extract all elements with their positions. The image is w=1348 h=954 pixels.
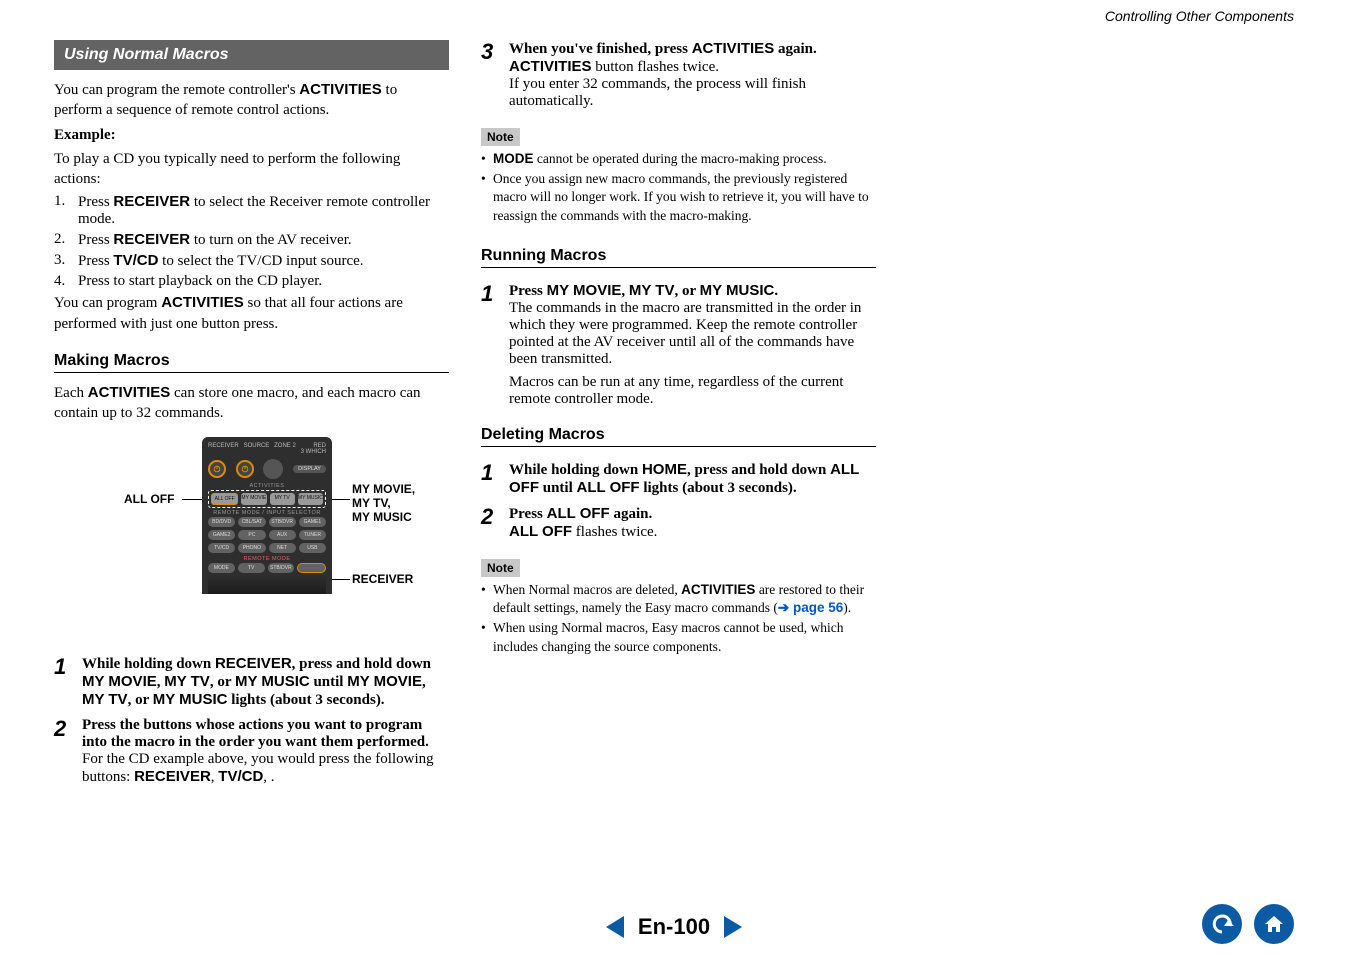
heading-underline	[481, 267, 876, 268]
header-section-title: Controlling Other Components	[1105, 8, 1294, 24]
list-num: 4.	[54, 273, 78, 290]
remote-btn: CBL/SAT	[238, 517, 265, 527]
list-item: Press RECEIVER to turn on the AV receive…	[78, 231, 352, 249]
kw-activities: ACTIVITIES	[299, 81, 382, 98]
remote-btn: TUNER	[299, 530, 326, 540]
activities-row: ALL OFF MY MOVIE MY TV MY MUSIC	[208, 490, 326, 508]
example-label: Example:	[54, 125, 449, 145]
note-list-2: When Normal macros are deleted, ACTIVITI…	[481, 581, 876, 656]
remote-label: SOURCE	[244, 443, 270, 455]
column-right: 3 When you've finished, press ACTIVITIES…	[481, 40, 876, 794]
btn-my-music: MY MUSIC	[298, 493, 323, 505]
footer: En-100	[0, 914, 1348, 940]
remote-mode-sublabel: REMOTE MODE	[208, 556, 326, 562]
del-step-1-text: While holding down HOME, press and hold …	[509, 461, 876, 497]
remote-body: RECEIVER SOURCE ZONE 2 RED 3 WHICH DISPL…	[202, 437, 332, 594]
list-item: Press TV/CD to select the TV/CD input so…	[78, 252, 364, 270]
btn-my-tv: MY TV	[270, 493, 295, 505]
next-page-icon[interactable]	[724, 916, 742, 938]
back-button[interactable]	[1202, 904, 1242, 944]
note-item: When using Normal macros, Easy macros ca…	[481, 619, 876, 655]
power-source-icon	[236, 460, 254, 478]
note-label: Note	[481, 128, 520, 146]
step-number: 1	[481, 461, 509, 484]
step-number: 3	[481, 40, 509, 63]
making-steps: 1 While holding down RECEIVER, press and…	[54, 655, 449, 786]
text: You can program the remote controller's	[54, 82, 299, 98]
del-step-2-text: Press ALL OFF again. ALL OFF flashes twi…	[509, 505, 876, 541]
list-num: 1.	[54, 193, 78, 210]
note-item: MODE cannot be operated during the macro…	[481, 150, 876, 168]
intro-paragraph: You can program the remote controller's …	[54, 80, 449, 121]
remote-btn: TV/CD	[208, 543, 235, 553]
remote-mode-label: REMOTE MODE / INPUT SELECTOR	[208, 510, 326, 516]
remote-label: RED 3 WHICH	[301, 443, 326, 455]
example-list: 1.Press RECEIVER to select the Receiver …	[54, 193, 449, 290]
note-list-1: MODE cannot be operated during the macro…	[481, 150, 876, 225]
list-num: 3.	[54, 252, 78, 269]
heading-deleting-macros: Deleting Macros	[481, 426, 876, 444]
remote-label: ZONE 2	[274, 443, 296, 455]
note-item: When Normal macros are deleted, ACTIVITI…	[481, 581, 876, 617]
display-button: DISPLAY	[293, 465, 326, 473]
note-item: Once you assign new macro commands, the …	[481, 170, 876, 225]
list-item: Press to start playback on the CD player…	[78, 273, 322, 290]
remote-activities-label: ACTIVITIES	[208, 483, 326, 489]
callout-my-movie-tv-music: MY MOVIE, MY TV, MY MUSIC	[352, 483, 415, 524]
step-number: 2	[481, 505, 509, 528]
step-3-text: When you've finished, press ACTIVITIES a…	[509, 40, 876, 110]
heading-underline	[54, 372, 449, 373]
callout-receiver: RECEIVER	[352, 573, 413, 587]
remote-label: RECEIVER	[208, 443, 239, 455]
back-arrow-icon	[1210, 914, 1234, 934]
making-text: Each ACTIVITIES can store one macro, and…	[54, 383, 449, 424]
remote-btn: TV	[238, 563, 265, 573]
power-receiver-icon	[208, 460, 226, 478]
remote-btn: USB	[299, 543, 326, 553]
list-num: 2.	[54, 231, 78, 248]
remote-btn: AUX	[269, 530, 296, 540]
remote-figure: ALL OFF MY MOVIE, MY TV, MY MUSIC RECEIV…	[54, 437, 449, 637]
remote-btn-receiver	[297, 563, 326, 573]
callout-line	[332, 499, 350, 500]
note-label: Note	[481, 559, 520, 577]
list-item: Press RECEIVER to select the Receiver re…	[78, 193, 449, 228]
banner-using-normal-macros: Using Normal Macros	[54, 40, 449, 70]
remote-btn: GAME2	[208, 530, 235, 540]
run-step-text: Press MY MOVIE, MY TV, or MY MUSIC. The …	[509, 282, 876, 408]
step-1-text: While holding down RECEIVER, press and h…	[82, 655, 449, 709]
zone-button	[263, 459, 283, 479]
remote-btn: GAME1	[299, 517, 326, 527]
remote-btn: STB/DVR	[268, 563, 295, 573]
heading-making-macros: Making Macros	[54, 352, 449, 370]
step-number: 2	[54, 717, 82, 740]
remote-btn: PHONO	[238, 543, 265, 553]
deleting-steps: 1 While holding down HOME, press and hol…	[481, 461, 876, 541]
heading-underline	[481, 446, 876, 447]
remote-btn: PC	[238, 530, 265, 540]
remote-btn: MODE	[208, 563, 235, 573]
intro2: You can program ACTIVITIES so that all f…	[54, 293, 449, 334]
page-indicator: En-100	[638, 914, 710, 940]
column-left: Using Normal Macros You can program the …	[54, 40, 449, 794]
prev-page-icon[interactable]	[606, 916, 624, 938]
remote-btn: STB/DVR	[269, 517, 296, 527]
remote-btn: BD/DVD	[208, 517, 235, 527]
example-intro: To play a CD you typically need to perfo…	[54, 149, 449, 190]
step-2-text: Press the buttons whose actions you want…	[82, 717, 449, 786]
remote-btn: NET	[269, 543, 296, 553]
nav-buttons	[1202, 904, 1294, 944]
btn-all-off: ALL OFF	[211, 493, 238, 505]
heading-running-macros: Running Macros	[481, 247, 876, 265]
home-icon	[1264, 915, 1284, 933]
home-button[interactable]	[1254, 904, 1294, 944]
callout-all-off: ALL OFF	[124, 493, 174, 507]
running-steps: 1 Press MY MOVIE, MY TV, or MY MUSIC. Th…	[481, 282, 876, 408]
step-3: 3 When you've finished, press ACTIVITIES…	[481, 40, 876, 110]
link-page-56[interactable]: page 56	[793, 600, 843, 615]
step-number: 1	[54, 655, 82, 678]
btn-my-movie: MY MOVIE	[241, 493, 266, 505]
step-number: 1	[481, 282, 509, 305]
